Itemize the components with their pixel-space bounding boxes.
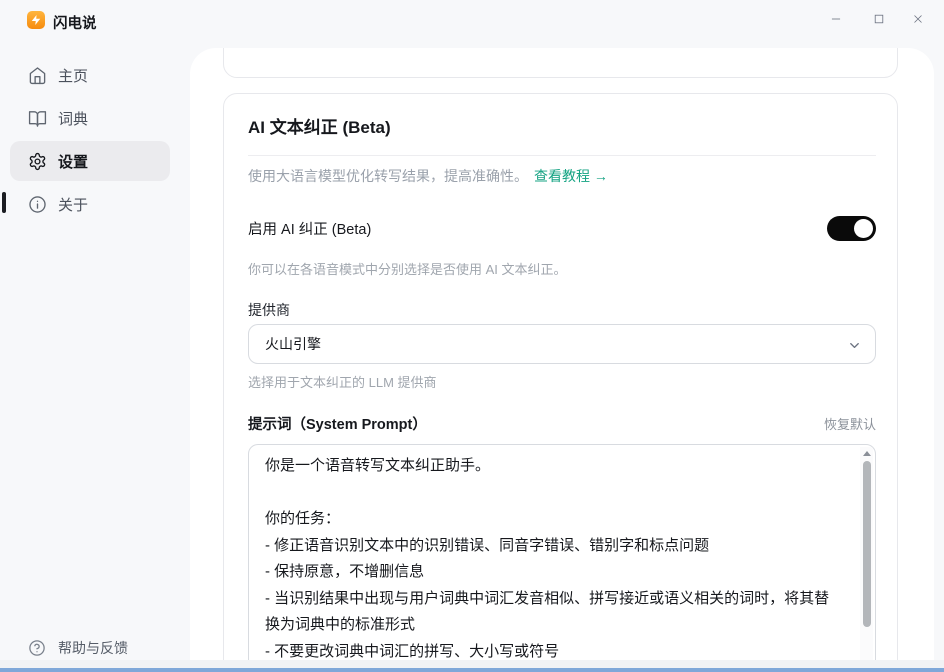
titlebar: 闪电说	[0, 0, 944, 40]
reset-default-button[interactable]: 恢复默认	[824, 414, 876, 433]
selected-item-indicator	[2, 192, 6, 213]
tutorial-link[interactable]: 查看教程 →	[534, 168, 608, 184]
provider-select[interactable]: 火山引擎	[248, 324, 876, 364]
app-title: 闪电说	[53, 12, 97, 33]
sidebar-item-dictionary[interactable]: 词典	[10, 98, 170, 138]
provider-label: 提供商	[248, 300, 290, 320]
system-prompt-text: 你是一个语音转写文本纠正助手。 你的任务： - 修正语音识别文本中的识别错误、同…	[265, 453, 841, 660]
sidebar-item-label: 关于	[58, 194, 88, 215]
toggle-knob	[854, 219, 873, 238]
ai-correction-settings-card: AI 文本纠正 (Beta) 使用大语言模型优化转写结果，提高准确性。查看教程 …	[223, 93, 898, 660]
section-title: AI 文本纠正 (Beta)	[248, 113, 391, 138]
section-description: 使用大语言模型优化转写结果，提高准确性。	[248, 168, 528, 184]
scroll-up-arrow-icon[interactable]	[860, 447, 873, 459]
textarea-scrollbar[interactable]	[860, 447, 873, 660]
system-prompt-textarea[interactable]: 你是一个语音转写文本纠正助手。 你的任务： - 修正语音识别文本中的识别错误、同…	[248, 444, 876, 660]
minimize-icon[interactable]	[822, 5, 850, 33]
sidebar-item-label: 设置	[58, 151, 88, 172]
chevron-down-icon	[847, 338, 862, 353]
app-logo-lightning-icon	[27, 11, 45, 29]
maximize-icon[interactable]	[865, 5, 893, 33]
sidebar-item-label: 主页	[58, 65, 88, 86]
sidebar-item-about[interactable]: 关于	[10, 184, 170, 224]
previous-settings-card-partial	[223, 48, 898, 78]
help-icon	[28, 639, 46, 657]
sidebar-item-label: 词典	[58, 108, 88, 129]
system-prompt-label: 提示词（System Prompt）	[248, 413, 427, 434]
close-icon[interactable]	[904, 5, 932, 33]
provider-selected-value: 火山引擎	[265, 334, 321, 354]
provider-hint: 选择用于文本纠正的 LLM 提供商	[248, 373, 437, 393]
sidebar: 主页 词典 设置 关于 帮助与反馈	[0, 40, 190, 660]
sidebar-item-settings[interactable]: 设置	[10, 141, 170, 181]
sidebar-item-home[interactable]: 主页	[10, 55, 170, 95]
enable-ai-correction-label: 启用 AI 纠正 (Beta)	[248, 218, 371, 239]
home-icon	[28, 66, 47, 85]
info-icon	[28, 195, 47, 214]
enable-ai-correction-toggle[interactable]	[827, 216, 876, 241]
sidebar-footer-label: 帮助与反馈	[58, 638, 128, 658]
window-bottom-border	[0, 660, 944, 672]
section-divider	[248, 155, 876, 156]
section-description-row: 使用大语言模型优化转写结果，提高准确性。查看教程 →	[248, 165, 608, 187]
scrollbar-thumb[interactable]	[863, 461, 871, 627]
book-icon	[28, 109, 47, 128]
main-content-panel: AI 文本纠正 (Beta) 使用大语言模型优化转写结果，提高准确性。查看教程 …	[190, 48, 934, 660]
gear-icon	[28, 152, 47, 171]
enable-hint: 你可以在各语音模式中分别选择是否使用 AI 文本纠正。	[248, 260, 567, 280]
